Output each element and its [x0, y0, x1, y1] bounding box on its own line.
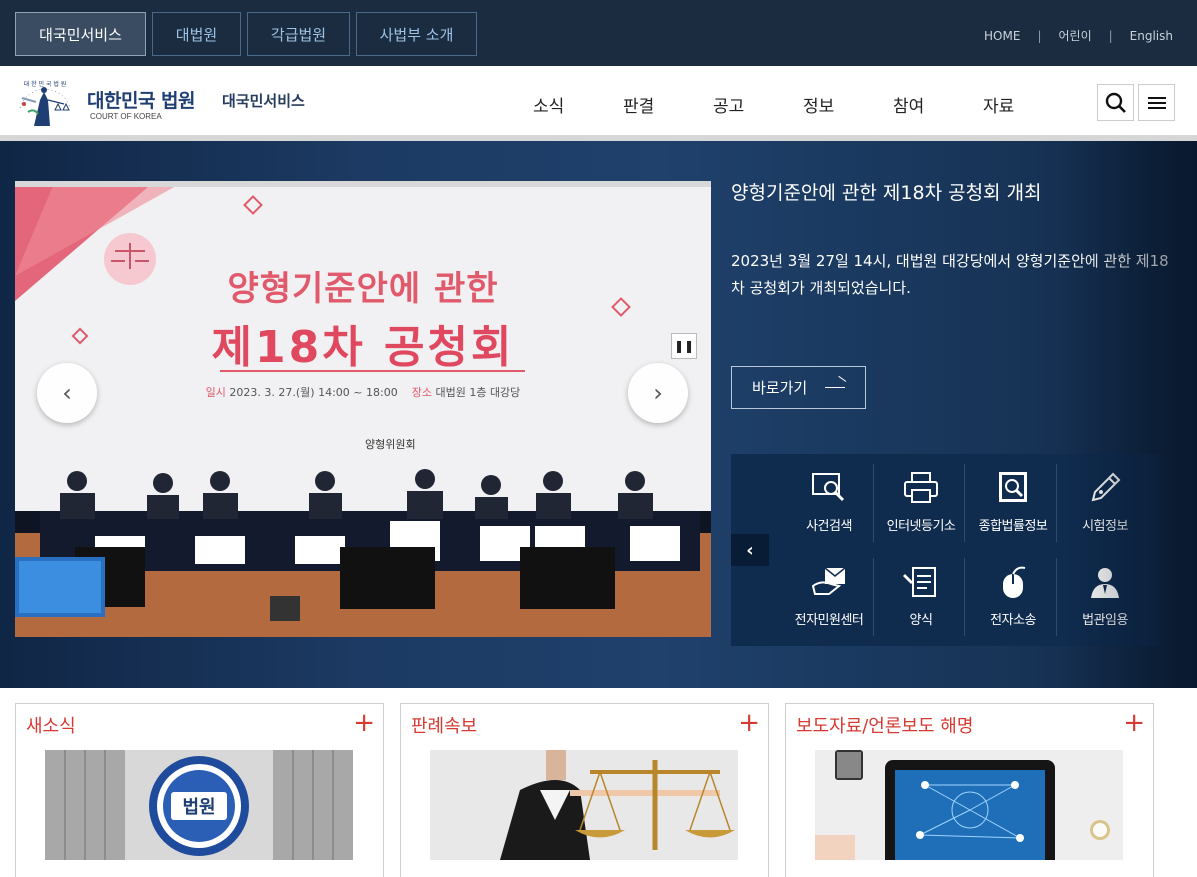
hero-slide-image[interactable]: 양형기준안에 관한 제18차 공청회 일시 2023. 3. 27.(월) 14… [15, 181, 711, 637]
tablet-network-image [815, 750, 1123, 860]
hero-description: 2023년 3월 27일 14시, 대법원 대강당에서 양형기준안에 관한 제1… [731, 252, 1169, 297]
card-precedents: 판례속보 + [400, 703, 769, 877]
court-emblem-icon[interactable]: 대 한 민 국 법 원 [14, 78, 76, 128]
chevron-left-icon: ‹ [62, 379, 72, 407]
quick-link-e-civil-center[interactable]: 전자민원센터 [783, 554, 875, 636]
quick-links-panel: ‹ 사건검색 인터넷등기소 종합법률정보 시험정보 전자민원센터 양식 전자소송… [731, 454, 1160, 646]
slide-organizer: 양형위원회 [365, 438, 416, 451]
tab-courts[interactable]: 각급법원 [247, 12, 350, 56]
slide-place-label: 장소 [411, 386, 432, 399]
card-press-release: 보도자료/언론보도 해명 + [785, 703, 1154, 877]
nav-info[interactable]: 정보 [803, 92, 834, 117]
nav-notices[interactable]: 공고 [713, 92, 744, 117]
hand-mail-icon [811, 567, 846, 595]
arrow-tip [838, 375, 847, 382]
divider: | [1037, 28, 1042, 43]
card-news: 새소식 + 법원 [15, 703, 384, 877]
goto-button[interactable]: 바로가기 [731, 366, 866, 409]
quick-link-forms[interactable]: 양식 [875, 554, 967, 636]
quick-link-label: 전자민원센터 [794, 613, 864, 628]
judge-icon [1091, 568, 1119, 598]
slide-date-value: 2023. 3. 27.(월) 14:00 ~ 18:00 [229, 386, 398, 399]
chevron-left-icon: ‹ [746, 539, 754, 561]
tab-supreme-court[interactable]: 대법원 [152, 12, 241, 56]
logo-name[interactable]: 대한민국 법원 [87, 86, 196, 113]
arrow-right-icon [825, 387, 845, 388]
quick-link-label: 양식 [909, 613, 933, 628]
emblem-text: 대 한 민 국 법 원 [24, 80, 67, 88]
quick-link-e-litigation[interactable]: 전자소송 [967, 554, 1059, 636]
nav-resources[interactable]: 자료 [983, 92, 1014, 117]
slide-title-line2: 제18차 공청회 [211, 322, 515, 373]
quick-prev-button[interactable]: ‹ [731, 534, 769, 566]
menu-button[interactable] [1138, 84, 1175, 121]
chevron-right-icon: › [653, 379, 663, 407]
quick-link-label: 법관임용 [1082, 613, 1128, 628]
nav-news[interactable]: 소식 [533, 92, 564, 117]
nav-judgments[interactable]: 판결 [623, 92, 654, 117]
quick-link-label: 전자소송 [990, 613, 1036, 628]
quick-link-internet-registry[interactable]: 인터넷등기소 [875, 460, 967, 542]
top-links: HOME | 어린이 | English [984, 27, 1173, 44]
quick-link-label: 종합법률정보 [978, 519, 1048, 534]
quick-link-exam-info[interactable]: 시험정보 [1059, 460, 1151, 542]
card-title[interactable]: 보도자료/언론보도 해명 [796, 712, 973, 738]
printer-icon [904, 472, 938, 503]
card-thumbnail[interactable] [430, 750, 738, 860]
hearing-photo [15, 181, 711, 637]
slide-place-value: 대법원 1층 대강당 [435, 386, 521, 399]
emblem-court-text: 법원 [182, 797, 215, 818]
english-link[interactable]: English [1130, 29, 1173, 43]
hero-headline[interactable]: 양형기준안에 관한 제18차 공청회 개최 [731, 178, 1042, 205]
logo-subtitle: COURT OF KOREA [90, 112, 162, 121]
divider: | [1108, 28, 1113, 43]
card-thumbnail[interactable] [815, 750, 1123, 860]
more-plus-icon[interactable]: + [738, 710, 760, 736]
quick-link-label: 사건검색 [806, 519, 852, 534]
hamburger-icon [1147, 96, 1166, 109]
service-name[interactable]: 대국민서비스 [222, 90, 305, 111]
more-plus-icon[interactable]: + [353, 710, 375, 736]
card-thumbnail[interactable]: 법원 [45, 750, 353, 860]
quick-link-label: 시험정보 [1082, 519, 1128, 534]
form-icon [903, 567, 936, 597]
court-emblem-image: 법원 [45, 750, 353, 860]
slide-title-line1: 양형기준안에 관한 [227, 269, 499, 309]
tab-about-judiciary[interactable]: 사법부 소개 [356, 12, 477, 56]
quick-link-label: 인터넷등기소 [886, 519, 956, 534]
main-header: 대 한 민 국 법 원 대한민국 법원 COURT OF KOREA 대국민서비… [0, 66, 1197, 135]
top-utility-bar: 대국민서비스 대법원 각급법원 사법부 소개 HOME | 어린이 | Engl… [0, 0, 1197, 66]
slide-prev-button[interactable]: ‹ [37, 363, 97, 423]
pause-button[interactable]: ❚❚ [671, 333, 697, 359]
case-search-icon [812, 473, 845, 502]
quick-link-case-search[interactable]: 사건검색 [783, 460, 875, 542]
quick-link-judge-appointment[interactable]: 법관임용 [1059, 554, 1151, 636]
slide-date: 일시 2023. 3. 27.(월) 14:00 ~ 18:00 장소 대법원 … [15, 384, 711, 400]
goto-label: 바로가기 [752, 379, 808, 397]
search-icon [1105, 92, 1126, 113]
tab-public-service[interactable]: 대국민서비스 [15, 12, 146, 56]
hero-section: 양형기준안에 관한 제18차 공청회 일시 2023. 3. 27.(월) 14… [0, 141, 1197, 688]
pen-icon [1091, 472, 1121, 502]
scales-image [430, 750, 738, 860]
slide-next-button[interactable]: › [628, 363, 688, 423]
slide-date-label: 일시 [205, 386, 226, 399]
card-title[interactable]: 판례속보 [411, 712, 477, 738]
card-title[interactable]: 새소식 [26, 712, 76, 738]
more-plus-icon[interactable]: + [1123, 710, 1145, 736]
nav-participation[interactable]: 참여 [893, 92, 924, 117]
search-button[interactable] [1097, 84, 1134, 121]
pause-icon: ❚❚ [673, 339, 695, 353]
home-link[interactable]: HOME [984, 29, 1020, 43]
legal-info-icon [999, 472, 1027, 502]
mouse-icon [1003, 566, 1026, 598]
quick-link-legal-info[interactable]: 종합법률정보 [967, 460, 1059, 542]
kids-link[interactable]: 어린이 [1058, 27, 1091, 44]
